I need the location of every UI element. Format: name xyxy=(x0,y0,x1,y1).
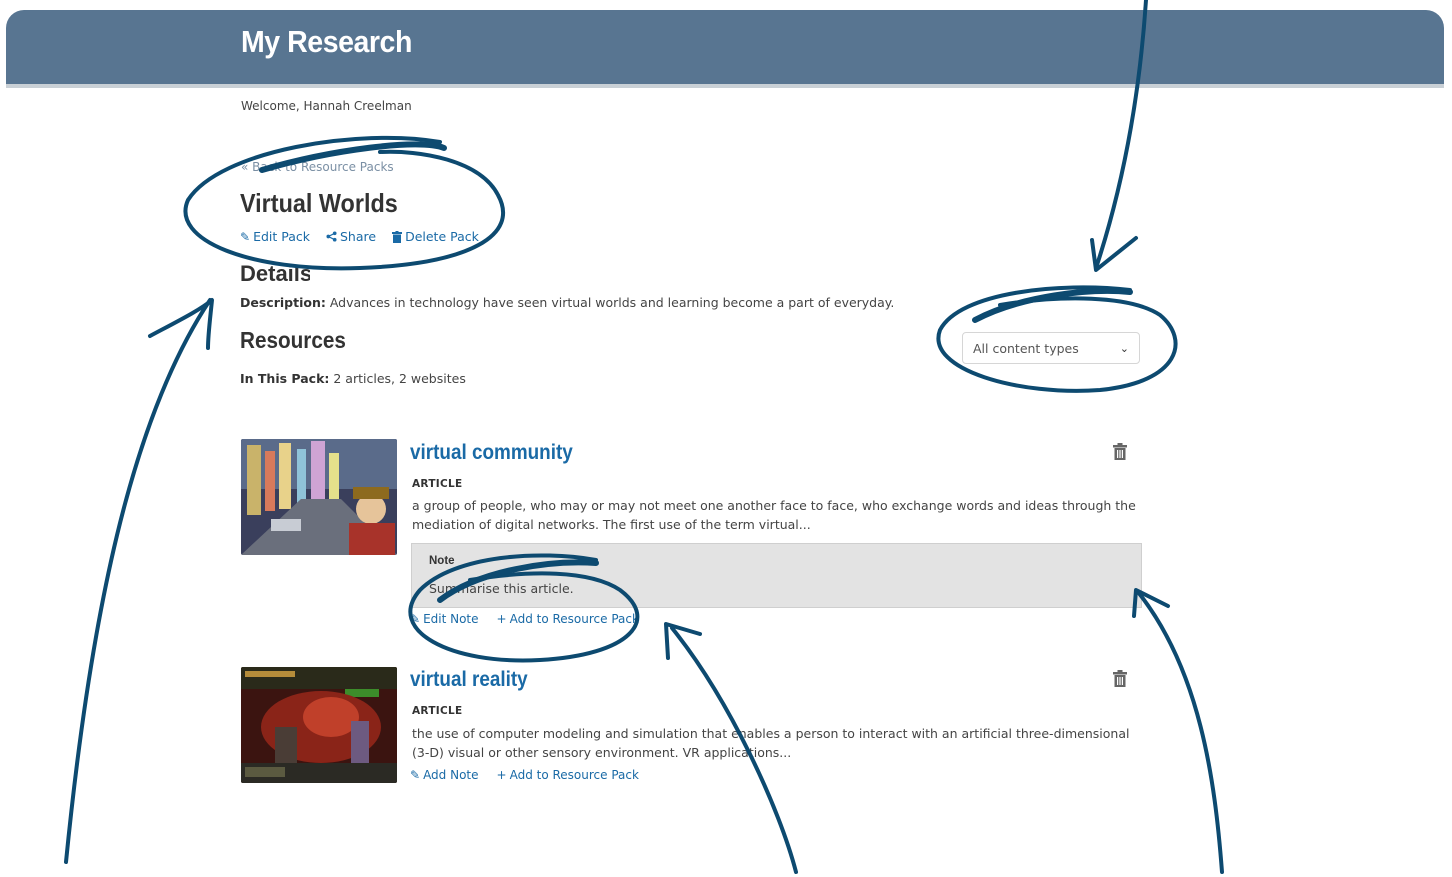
trash-icon xyxy=(392,230,403,243)
pack-description: Description: Advances in technology have… xyxy=(240,295,894,310)
add-note-button[interactable]: ✎ Add Note xyxy=(410,768,479,782)
edit-pack-label: Edit Pack xyxy=(253,229,310,244)
add-to-resource-pack-button[interactable]: + Add to Resource Pack xyxy=(497,768,639,782)
resource-title-link[interactable]: virtual community xyxy=(410,441,573,465)
pencil-icon: ✎ xyxy=(240,229,251,244)
delete-pack-label: Delete Pack xyxy=(405,229,479,244)
add-to-pack-label: Add to Resource Pack xyxy=(509,612,639,626)
pack-title: Virtual Worlds xyxy=(240,188,398,218)
add-to-pack-label: Add to Resource Pack xyxy=(509,768,639,782)
back-to-packs-link[interactable]: « Back to Resource Packs xyxy=(241,160,394,174)
share-icon xyxy=(326,231,337,242)
pack-actions: ✎ Edit Pack Share Delete Pack xyxy=(240,229,479,244)
share-label: Share xyxy=(340,229,377,244)
edit-note-button[interactable]: ✎ Edit Note xyxy=(410,612,479,626)
resources-heading: Resources xyxy=(240,327,346,353)
resource-description: the use of computer modeling and simulat… xyxy=(412,726,1130,760)
note-box: Note Summarise this article. xyxy=(411,543,1142,608)
description-text: Advances in technology have seen virtual… xyxy=(329,295,895,310)
add-to-resource-pack-button[interactable]: + Add to Resource Pack xyxy=(497,612,639,626)
annotation-arrow xyxy=(64,298,212,864)
edit-pack-button[interactable]: ✎ Edit Pack xyxy=(240,229,310,244)
in-pack-label: In This Pack: xyxy=(240,371,330,386)
resource-thumbnail[interactable] xyxy=(241,439,397,555)
welcome-message: Welcome, Hannah Creelman xyxy=(241,99,412,113)
plus-icon: + xyxy=(496,612,507,626)
edit-note-label: Edit Note xyxy=(423,612,479,626)
description-label: Description: xyxy=(240,295,326,310)
app-title: My Research xyxy=(241,24,412,59)
content-type-selected: All content types xyxy=(973,340,1079,356)
plus-icon: + xyxy=(496,768,507,782)
resource-actions: ✎ Edit Note + Add to Resource Pack xyxy=(410,612,639,626)
trash-icon[interactable] xyxy=(1113,670,1127,687)
resource-description: a group of people, who may or may not me… xyxy=(412,498,1136,532)
chevron-down-icon: ⌄ xyxy=(1119,341,1129,355)
resource-type: ARTICLE xyxy=(412,478,463,490)
in-pack-value: 2 articles, 2 websites xyxy=(333,371,466,386)
resource-title-link[interactable]: virtual reality xyxy=(410,668,528,692)
pencil-icon: ✎ xyxy=(410,612,421,626)
share-button[interactable]: Share xyxy=(326,229,376,244)
content-type-select[interactable]: All content types ⌄ xyxy=(962,332,1140,364)
resource-type: ARTICLE xyxy=(412,705,463,717)
app-header: My Research xyxy=(6,10,1444,88)
annotation-arrow xyxy=(1136,590,1224,874)
pencil-icon: ✎ xyxy=(410,768,421,782)
resource-thumbnail[interactable] xyxy=(241,667,397,783)
delete-pack-button[interactable]: Delete Pack xyxy=(392,229,479,244)
details-heading: Details xyxy=(240,265,310,286)
resource-actions: ✎ Add Note + Add to Resource Pack xyxy=(410,768,639,782)
add-note-label: Add Note xyxy=(423,768,479,782)
in-this-pack: In This Pack: 2 articles, 2 websites xyxy=(240,371,466,386)
note-text: Summarise this article. xyxy=(429,581,574,596)
note-label: Note xyxy=(429,555,455,567)
trash-icon[interactable] xyxy=(1113,443,1127,460)
